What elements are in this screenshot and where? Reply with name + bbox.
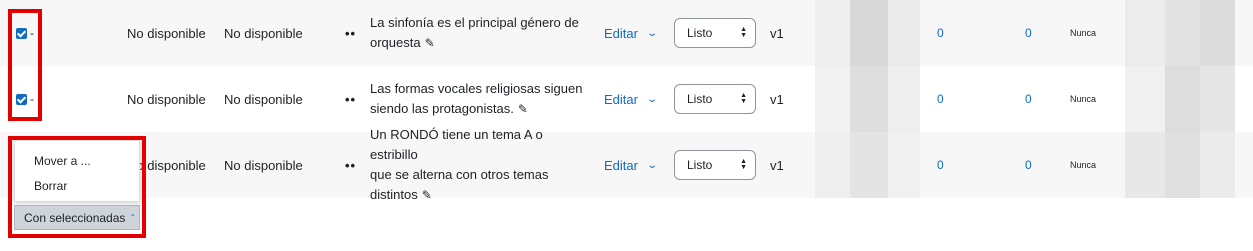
edit-menu[interactable]: Editar ⌄ bbox=[604, 66, 664, 132]
blurred-cell bbox=[1125, 66, 1165, 132]
chevron-down-icon[interactable]: ⌄ bbox=[646, 28, 658, 39]
blurred-cell bbox=[815, 66, 850, 132]
select-arrows-icon: ▲ ▼ bbox=[740, 158, 747, 171]
blurred-cell bbox=[1125, 0, 1165, 66]
select-arrows-icon: ▲ ▼ bbox=[740, 92, 747, 105]
blurred-cell bbox=[1165, 0, 1200, 66]
blurred-cell bbox=[888, 66, 920, 132]
stat-1[interactable]: 0 bbox=[937, 132, 957, 198]
blurred-cell bbox=[888, 0, 920, 66]
row-select[interactable]: - bbox=[16, 0, 40, 66]
blurred-cell bbox=[815, 132, 850, 198]
drag-handle-icon[interactable]: •• bbox=[345, 0, 359, 66]
last-used: Nunca bbox=[1070, 28, 1097, 38]
availability-2: No disponible bbox=[224, 157, 303, 173]
availability-2: No disponible bbox=[224, 91, 303, 107]
status-select[interactable]: Listo ▲ ▼ bbox=[674, 18, 756, 48]
blurred-cell bbox=[815, 0, 850, 66]
with-selected-label: Con seleccionadas bbox=[24, 210, 126, 225]
edit-menu[interactable]: Editar ⌄ bbox=[604, 132, 664, 198]
last-used: Nunca bbox=[1070, 94, 1097, 104]
blurred-cell bbox=[1165, 132, 1200, 198]
bulk-actions-menu: Mover a ... Borrar bbox=[14, 140, 140, 202]
blurred-cell bbox=[1200, 132, 1235, 198]
blurred-cell bbox=[1125, 132, 1165, 198]
status-cell: Listo ▲ ▼ bbox=[674, 132, 756, 198]
edit-menu[interactable]: Editar ⌄ bbox=[604, 0, 664, 66]
dash-text: - bbox=[30, 26, 34, 40]
blurred-cell bbox=[850, 132, 888, 198]
menu-item-delete[interactable]: Borrar bbox=[15, 174, 139, 199]
blurred-cell bbox=[1165, 66, 1200, 132]
pencil-icon[interactable]: ✎ bbox=[422, 185, 432, 205]
availability-1: No disponible bbox=[127, 157, 206, 173]
status-value: Listo bbox=[687, 158, 713, 172]
select-checkbox[interactable] bbox=[16, 27, 27, 39]
availability-1: No disponible bbox=[127, 25, 206, 41]
version: v1 bbox=[770, 25, 784, 41]
stat-1[interactable]: 0 bbox=[937, 66, 957, 132]
availability-2: No disponible bbox=[224, 25, 303, 41]
blurred-cell bbox=[1200, 0, 1235, 66]
stat-2[interactable]: 0 bbox=[1025, 132, 1045, 198]
with-selected-button[interactable]: Con seleccionadas ⌃ bbox=[14, 205, 140, 230]
edit-link[interactable]: Editar bbox=[604, 158, 638, 173]
drag-handle-icon[interactable]: •• bbox=[345, 132, 359, 198]
question-line-1: Un RONDÓ tiene un tema A o estribillo bbox=[370, 127, 543, 162]
question-line-3: distintos bbox=[370, 187, 418, 202]
table-row: - No disponible No disponible •• La sinf… bbox=[0, 0, 1253, 66]
question-line-2: siendo las protagonistas. bbox=[370, 101, 514, 116]
status-cell: Listo ▲ ▼ bbox=[674, 66, 756, 132]
pencil-icon[interactable]: ✎ bbox=[425, 33, 435, 53]
question-line-2: que se alterna con otros temas bbox=[370, 167, 549, 182]
chevron-down-icon[interactable]: ⌄ bbox=[646, 94, 658, 105]
question-text: La sinfonía es el principal género de or… bbox=[370, 0, 590, 66]
drag-handle-icon[interactable]: •• bbox=[345, 66, 359, 132]
stat-2[interactable]: 0 bbox=[1025, 66, 1045, 132]
last-used: Nunca bbox=[1070, 160, 1097, 170]
select-checkbox[interactable] bbox=[16, 93, 27, 105]
blurred-cell bbox=[888, 132, 920, 198]
row-select[interactable]: - bbox=[16, 66, 40, 132]
pencil-icon[interactable]: ✎ bbox=[518, 99, 528, 119]
menu-item-move[interactable]: Mover a ... bbox=[15, 149, 139, 174]
blurred-cell bbox=[850, 0, 888, 66]
dash-text: - bbox=[30, 92, 34, 106]
stat-2[interactable]: 0 bbox=[1025, 0, 1045, 66]
status-select[interactable]: Listo ▲ ▼ bbox=[674, 84, 756, 114]
status-cell: Listo ▲ ▼ bbox=[674, 0, 756, 66]
table-row: No disponible No disponible •• Un RONDÓ … bbox=[0, 127, 1253, 202]
question-text: Un RONDÓ tiene un tema A o estribillo qu… bbox=[370, 127, 590, 202]
blurred-cell bbox=[850, 66, 888, 132]
table-row: - No disponible No disponible •• Las for… bbox=[0, 66, 1253, 132]
chevron-down-icon[interactable]: ⌄ bbox=[646, 160, 658, 171]
status-value: Listo bbox=[687, 26, 713, 40]
question-line-1: Las formas vocales religiosas siguen bbox=[370, 81, 583, 96]
status-select[interactable]: Listo ▲ ▼ bbox=[674, 150, 756, 180]
version: v1 bbox=[770, 157, 784, 173]
question-line-2: orquesta bbox=[370, 35, 421, 50]
question-text: Las formas vocales religiosas siguen sie… bbox=[370, 66, 590, 132]
edit-link[interactable]: Editar bbox=[604, 92, 638, 107]
stat-1[interactable]: 0 bbox=[937, 0, 957, 66]
status-value: Listo bbox=[687, 92, 713, 106]
availability-1: No disponible bbox=[127, 91, 206, 107]
select-arrows-icon: ▲ ▼ bbox=[740, 26, 747, 39]
question-line-1: La sinfonía es el principal género de bbox=[370, 15, 579, 30]
version: v1 bbox=[770, 91, 784, 107]
chevron-up-icon: ⌃ bbox=[129, 213, 137, 222]
blurred-cell bbox=[1200, 66, 1235, 132]
edit-link[interactable]: Editar bbox=[604, 26, 638, 41]
